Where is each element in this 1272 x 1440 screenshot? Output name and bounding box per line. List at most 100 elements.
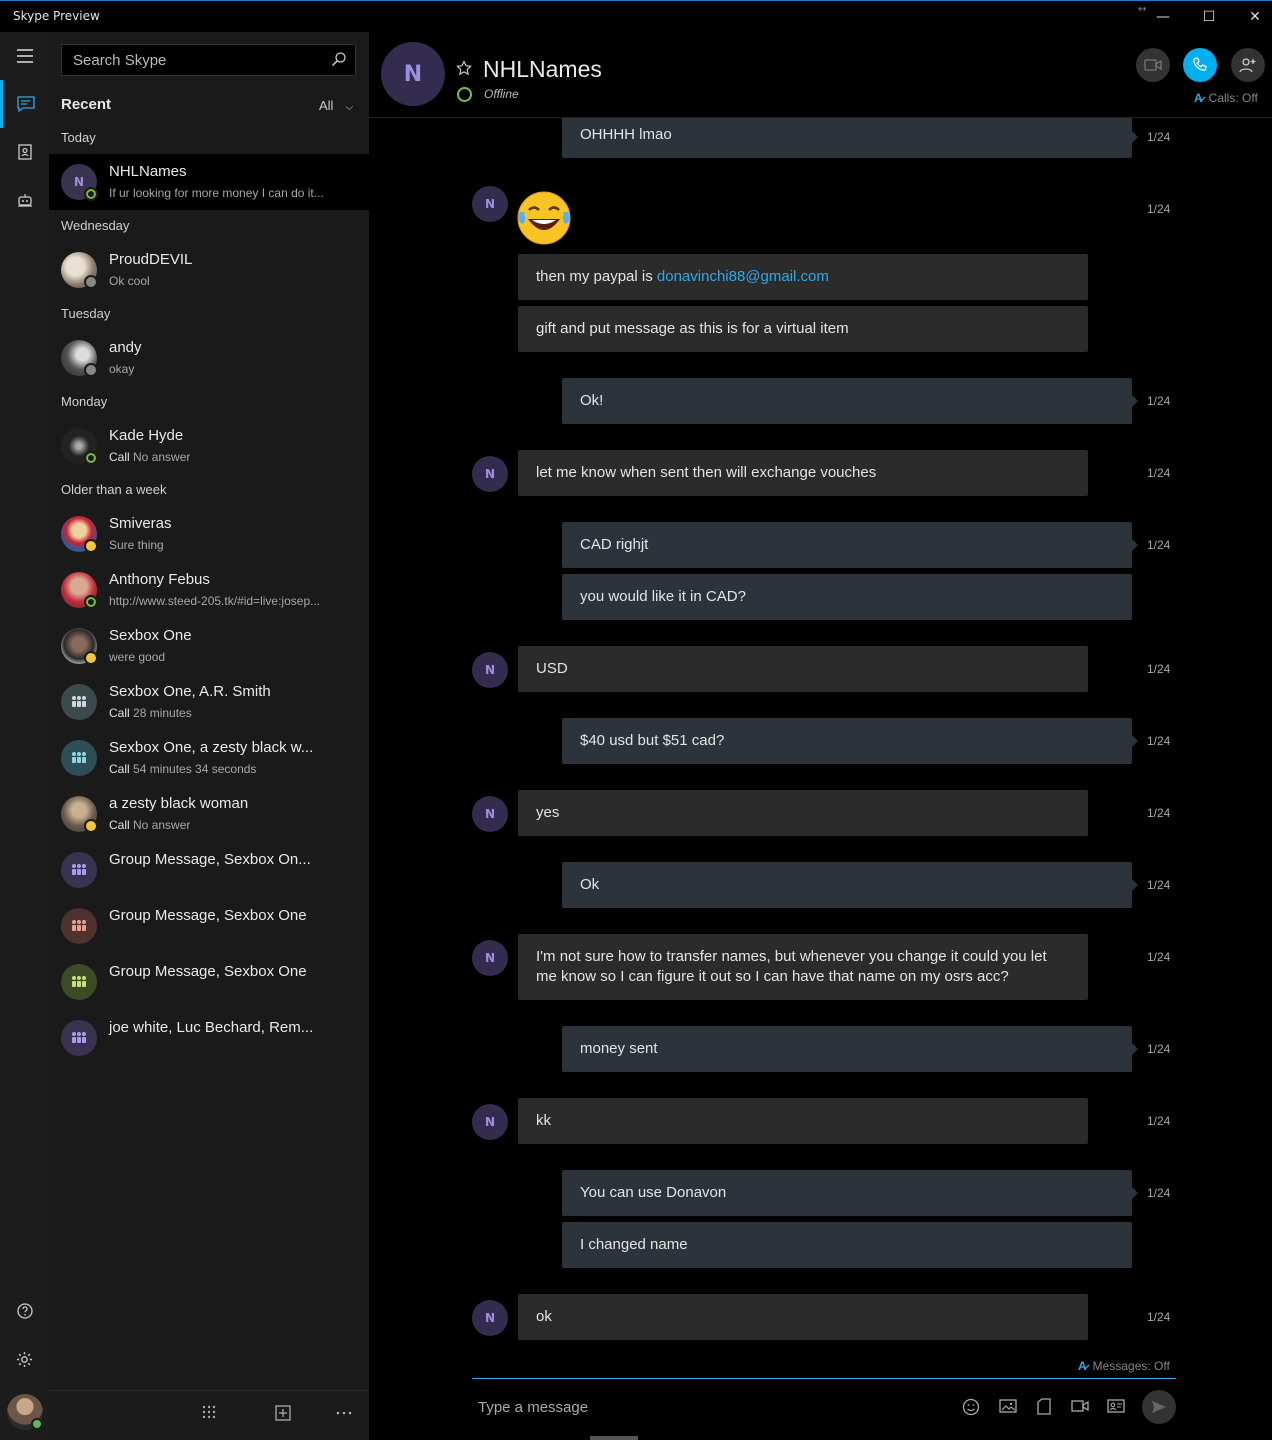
maximize-button[interactable]: ☐ bbox=[1186, 5, 1232, 29]
contact-name: Smiveras bbox=[109, 515, 172, 532]
contact-item-prouddevil[interactable]: ProudDEVIL Ok cool bbox=[49, 242, 369, 298]
file-attach-icon[interactable] bbox=[1037, 1398, 1051, 1415]
more-options-icon[interactable] bbox=[336, 1411, 352, 1415]
conversation-avatar[interactable]: N bbox=[381, 42, 445, 106]
contact-item-smiveras[interactable]: Smiveras Sure thing bbox=[49, 506, 369, 562]
call-detail: 28 minutes bbox=[133, 706, 192, 720]
sender-avatar[interactable]: N bbox=[472, 1300, 508, 1336]
call-label: Call bbox=[109, 450, 130, 464]
image-icon[interactable] bbox=[999, 1398, 1017, 1414]
call-label: Call bbox=[109, 762, 130, 776]
message-bubble-outgoing[interactable]: I changed name bbox=[562, 1222, 1132, 1268]
section-tuesday: Tuesday bbox=[61, 306, 111, 321]
translate-icon: A̷ bbox=[1194, 91, 1203, 105]
contact-name: Kade Hyde bbox=[109, 427, 184, 444]
bots-tab[interactable] bbox=[0, 176, 49, 224]
message-bubble-incoming[interactable]: ok bbox=[518, 1294, 1088, 1340]
message-bubble-incoming[interactable]: USD bbox=[518, 646, 1088, 692]
help-button[interactable] bbox=[0, 1287, 49, 1335]
message-bubble-incoming[interactable]: then my paypal is donavinchi88@gmail.com bbox=[518, 254, 1088, 300]
star-favorite-icon[interactable] bbox=[456, 60, 472, 76]
contact-item-group-zesty[interactable]: Sexbox One, a zesty black w... Call 54 m… bbox=[49, 730, 369, 786]
contact-item-group-ar-smith[interactable]: Sexbox One, A.R. Smith Call 28 minutes bbox=[49, 674, 369, 730]
contact-name: ProudDEVIL bbox=[109, 251, 193, 268]
message-bubble-outgoing[interactable]: Ok bbox=[562, 862, 1132, 908]
message-bubble-incoming[interactable]: let me know when sent then will exchange… bbox=[518, 450, 1088, 496]
contact-name: Sexbox One, a zesty black w... bbox=[109, 739, 314, 756]
sender-avatar[interactable]: N bbox=[472, 940, 508, 976]
message-bubble-outgoing[interactable]: $40 usd but $51 cad? bbox=[562, 718, 1132, 764]
video-call-button[interactable] bbox=[1136, 48, 1170, 82]
message-bubble-incoming[interactable]: I'm not sure how to transfer names, but … bbox=[518, 934, 1088, 1000]
message-bubble-outgoing[interactable]: Ok! bbox=[562, 378, 1132, 424]
contact-item-group-joe-white[interactable]: joe white, Luc Bechard, Rem... bbox=[49, 1010, 369, 1066]
bottom-scrollbar[interactable] bbox=[590, 1436, 638, 1440]
contacts-tab[interactable] bbox=[0, 128, 49, 176]
contact-card-icon[interactable] bbox=[1107, 1398, 1125, 1414]
bubble-caret bbox=[1132, 879, 1138, 891]
message-bubble-outgoing[interactable]: OHHHH lmao bbox=[562, 118, 1132, 158]
contact-item-group-message-1[interactable]: Group Message, Sexbox On... bbox=[49, 842, 369, 898]
video-message-icon[interactable] bbox=[1071, 1398, 1089, 1414]
contact-item-sexbox-one[interactable]: Sexbox One were good bbox=[49, 618, 369, 674]
contact-item-anthony-febus[interactable]: Anthony Febus http://www.steed-205.tk/#i… bbox=[49, 562, 369, 618]
minimize-button[interactable]: — bbox=[1140, 5, 1186, 29]
emoji-picker-icon[interactable] bbox=[962, 1398, 980, 1416]
settings-button[interactable] bbox=[0, 1335, 49, 1383]
message-bubble-outgoing[interactable]: You can use Donavon bbox=[562, 1170, 1132, 1216]
message-timestamp: 1/24 bbox=[1147, 466, 1171, 480]
message-input[interactable] bbox=[472, 1379, 932, 1435]
contact-item-kade-hyde[interactable]: Kade Hyde Call No answer bbox=[49, 418, 369, 474]
sender-avatar[interactable]: N bbox=[472, 186, 508, 222]
chats-tab[interactable] bbox=[0, 80, 49, 128]
email-link[interactable]: donavinchi88@gmail.com bbox=[657, 268, 829, 285]
my-presence-indicator bbox=[31, 1418, 43, 1430]
calls-translator-toggle[interactable]: A̷ Calls: Off bbox=[1194, 91, 1258, 105]
conversation-status: Offline bbox=[484, 87, 519, 101]
presence-away-icon bbox=[84, 819, 98, 833]
message-bubble-incoming[interactable]: kk bbox=[518, 1098, 1088, 1144]
presence-away-icon bbox=[84, 539, 98, 553]
message-timestamp: 1/24 bbox=[1147, 950, 1171, 964]
call-label: Call bbox=[109, 818, 130, 832]
conversation-name[interactable]: NHLNames bbox=[483, 56, 602, 83]
contact-item-group-message-3[interactable]: Group Message, Sexbox One bbox=[49, 954, 369, 1010]
send-button[interactable] bbox=[1142, 1390, 1176, 1424]
new-chat-icon[interactable] bbox=[275, 1405, 291, 1421]
contacts-book-icon bbox=[17, 144, 32, 160]
contact-item-group-message-2[interactable]: Group Message, Sexbox One bbox=[49, 898, 369, 954]
sender-avatar[interactable]: N bbox=[472, 456, 508, 492]
search-box bbox=[61, 44, 356, 76]
contact-item-nhlnames[interactable]: N NHLNames If ur looking for more money … bbox=[49, 154, 369, 210]
search-icon[interactable] bbox=[331, 51, 347, 67]
close-button[interactable]: ✕ bbox=[1232, 5, 1272, 29]
contact-last-message: okay bbox=[109, 362, 135, 376]
bubble-caret bbox=[1132, 131, 1138, 143]
contact-item-andy[interactable]: andy okay bbox=[49, 330, 369, 386]
recent-filter-dropdown[interactable]: All ⌵ bbox=[319, 98, 353, 113]
dialpad-icon[interactable] bbox=[202, 1405, 216, 1421]
message-bubble-outgoing[interactable]: you would like it in CAD? bbox=[562, 574, 1132, 620]
messages-translator-toggle[interactable]: A̷ Messages: Off bbox=[1078, 1359, 1170, 1373]
contact-last-message: Call 54 minutes 34 seconds bbox=[109, 762, 256, 776]
message-bubble-outgoing[interactable]: money sent bbox=[562, 1026, 1132, 1072]
message-bubble-outgoing[interactable]: CAD righjt bbox=[562, 522, 1132, 568]
contact-item-zesty-black-woman[interactable]: a zesty black woman Call No answer bbox=[49, 786, 369, 842]
recent-heading: Recent bbox=[61, 96, 112, 113]
message-bubble-incoming[interactable]: yes bbox=[518, 790, 1088, 836]
sender-avatar[interactable]: N bbox=[472, 796, 508, 832]
message-timestamp: 1/24 bbox=[1147, 1186, 1171, 1200]
add-people-button[interactable] bbox=[1231, 48, 1265, 82]
contact-last-message: were good bbox=[109, 650, 166, 664]
audio-call-button[interactable] bbox=[1183, 48, 1217, 82]
group-icon bbox=[72, 696, 86, 707]
message-bubble-incoming[interactable]: gift and put message as this is for a vi… bbox=[518, 306, 1088, 352]
sender-avatar[interactable]: N bbox=[472, 1104, 508, 1140]
window-title: Skype Preview bbox=[13, 9, 100, 23]
recent-conversations-panel: Recent All ⌵ Today N NHLNames If ur looki… bbox=[49, 32, 369, 1440]
search-input[interactable] bbox=[62, 45, 322, 75]
sender-avatar[interactable]: N bbox=[472, 652, 508, 688]
hamburger-menu-button[interactable] bbox=[0, 32, 49, 80]
contact-name: Group Message, Sexbox One bbox=[109, 963, 307, 980]
call-detail: No answer bbox=[133, 818, 191, 832]
